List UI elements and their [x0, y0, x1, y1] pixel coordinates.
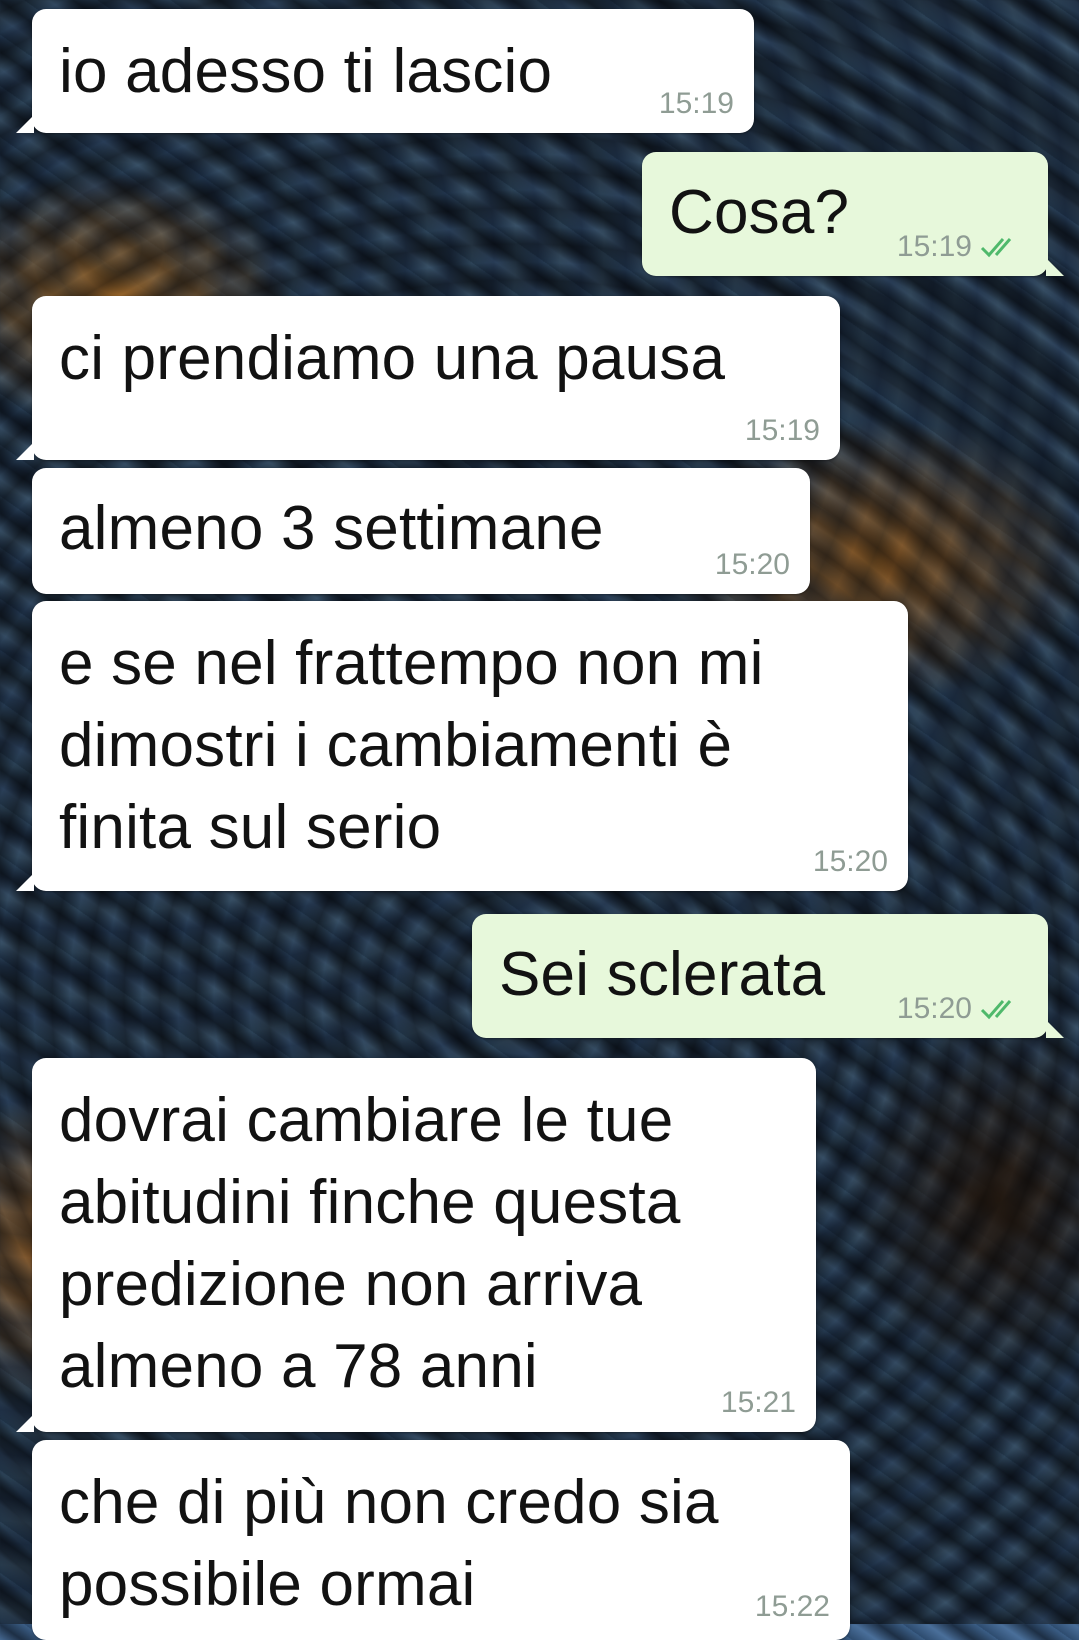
- message-time: 15:20: [812, 845, 888, 878]
- message-meta: 15:21: [721, 1386, 796, 1420]
- message-text: dovrai cambiare le tue abitudini finche …: [59, 1086, 681, 1401]
- message-text: ci prendiamo una pausa: [59, 324, 726, 393]
- message-meta: 15:19: [897, 230, 1028, 264]
- message-meta: 15:22: [755, 1590, 830, 1624]
- double-check-icon: [980, 238, 1012, 258]
- message-text: che di più non credo sia possibile ormai: [59, 1468, 719, 1619]
- incoming-message[interactable]: dovrai cambiare le tue abitudini finche …: [16, 1058, 816, 1432]
- message-text: Sei sclerata: [499, 940, 826, 1009]
- message-time: 15:19: [744, 414, 820, 447]
- message-meta: 15:19: [745, 414, 820, 448]
- message-meta: 15:20: [813, 845, 888, 879]
- message-text: e se nel frattempo non mi dimostri i cam…: [59, 629, 764, 862]
- message-text: Cosa?: [669, 178, 850, 247]
- message-text: almeno 3 settimane: [59, 494, 604, 563]
- message-time: 15:20: [896, 992, 972, 1025]
- message-time: 15:20: [714, 548, 790, 581]
- incoming-message[interactable]: almeno 3 settimane 15:20: [32, 468, 810, 594]
- incoming-message[interactable]: che di più non credo sia possibile ormai…: [32, 1440, 850, 1640]
- message-meta: 15:20: [897, 992, 1028, 1026]
- outgoing-message[interactable]: Sei sclerata 15:20: [472, 914, 1064, 1038]
- message-meta: 15:20: [715, 548, 790, 582]
- message-time: 15:19: [658, 87, 734, 120]
- incoming-message[interactable]: ci prendiamo una pausa 15:19: [16, 296, 840, 460]
- message-time: 15:22: [754, 1590, 830, 1623]
- double-check-icon: [980, 1000, 1012, 1020]
- message-time: 15:19: [896, 230, 972, 263]
- message-meta: 15:19: [659, 87, 734, 121]
- message-time: 15:21: [720, 1386, 796, 1419]
- incoming-message[interactable]: e se nel frattempo non mi dimostri i cam…: [16, 601, 908, 891]
- message-text: io adesso ti lascio: [59, 37, 553, 106]
- outgoing-message[interactable]: Cosa? 15:19: [642, 152, 1064, 276]
- incoming-message[interactable]: io adesso ti lascio 15:19: [16, 9, 754, 133]
